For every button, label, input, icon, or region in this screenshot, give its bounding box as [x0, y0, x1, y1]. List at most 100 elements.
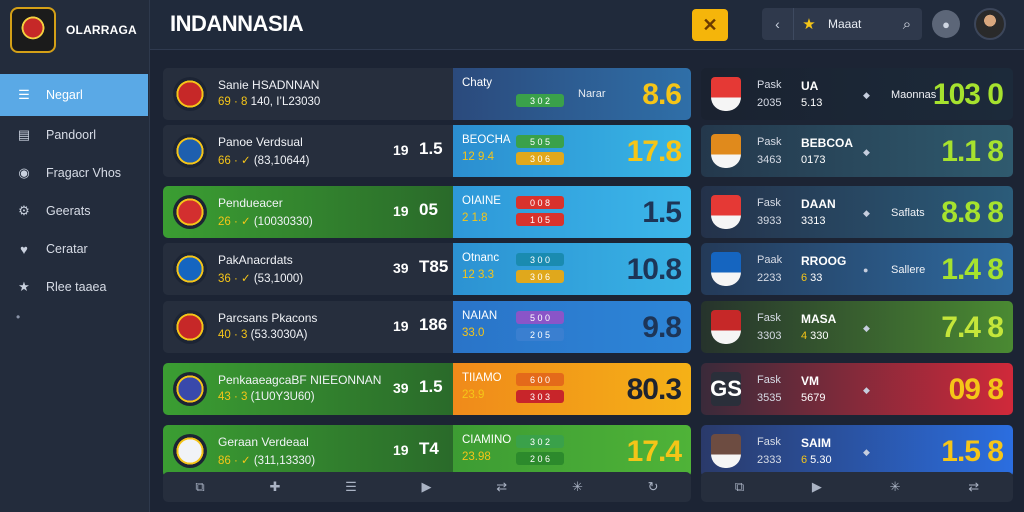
odds-tag: BEOCHA — [462, 134, 511, 146]
odds-value: 23.98 — [462, 451, 491, 463]
sidebar-item-label: Negarl — [46, 88, 83, 102]
odds-tag: Chaty — [462, 77, 493, 89]
odds-big-value: 09 8 — [948, 373, 1004, 406]
odds-row[interactable]: Pask 2035 UA 5.13 ◆ Maonnas 103 0 — [701, 68, 1013, 120]
odds-row[interactable]: Fask 2333 SAIM 6 5.30 ◆ 1.5 8 — [701, 425, 1013, 477]
odds-pill[interactable]: 5 0 5 — [516, 135, 564, 148]
team-score-right: T85 — [419, 257, 449, 276]
toolbar-icon[interactable]: ↻ — [648, 479, 659, 495]
sidebar-item-3[interactable]: ◉ Fragacr Vhos — [0, 154, 149, 192]
sidebar: OLARRAGA ☰ Negarl ▤ Pandoorl ◉ Fragacr Vhos ⚙ G… — [0, 0, 150, 512]
odds-pill[interactable]: 3 0 2 — [516, 94, 564, 107]
toolbar-icon[interactable]: ✳ — [890, 479, 901, 495]
team-crest — [173, 372, 207, 406]
odds-cell[interactable]: CIAMINO 23.98 3 0 2 2 0 6 17.4 — [453, 425, 691, 477]
match-row[interactable]: PakAnacrdats 36 · ✓ (53,1000) 39 T85 Otnanc 1… — [163, 243, 691, 295]
odds-value: 12 3.3 — [462, 269, 494, 281]
header: INDANNASIA ✕ ‹ ★ Maaat ⌕ ● — [150, 0, 1024, 50]
team-rank: 69 · 8 — [218, 96, 248, 108]
odds-pill[interactable]: 1 0 5 — [516, 213, 564, 226]
team-crest — [173, 252, 207, 286]
match-row[interactable]: Pendueacer 26 · ✓ (10030330) 19 05 OIAINE 2 1… — [163, 186, 691, 238]
team-crest — [711, 77, 741, 111]
team-meta: 26 · ✓ (10030330) — [218, 216, 313, 228]
star-icon[interactable]: ★ — [794, 15, 824, 33]
odds-row[interactable]: Fask 3933 DAAN 3313 ◆ Saflats 8.8 8 — [701, 186, 1013, 238]
match-toolbar: ⧉ ✚ ☰ ▶ ⇄ ✳ ↻ — [163, 472, 691, 502]
match-list: Sanie HSADNNAN 69 · 8 140, I’L23030 Chaty 3… — [163, 68, 691, 502]
odds-cell[interactable]: OIAINE 2 1.8 0 0 8 1 0 5 1.5 — [453, 186, 691, 238]
odds-pill[interactable]: 0 0 8 — [516, 196, 564, 209]
odds-row[interactable]: Pask 3463 BEBCOA 0173 ◆ 1.1 8 — [701, 125, 1013, 177]
odds-tag: NAIAN — [462, 310, 498, 322]
odds-pill[interactable]: 3 0 2 — [516, 435, 564, 448]
team-cell: Geraan Verdeaal 86 · ✓ (311,13330) 19 T4 — [163, 425, 453, 477]
alert-button[interactable]: ✕ — [692, 9, 728, 41]
toolbar-icon[interactable]: ⇄ — [968, 479, 979, 495]
odds-big-value: 1.5 8 — [941, 435, 1004, 468]
toolbar-icon[interactable]: ⇄ — [496, 479, 507, 495]
odds-row[interactable]: GS Fask 3535 VM 5679 ◆ 09 8 — [701, 363, 1013, 415]
odds-code: 3933 — [757, 215, 782, 227]
odds-tag: Fask — [757, 374, 781, 386]
odds-pill[interactable]: 3 0 0 — [516, 253, 564, 266]
sidebar-item-5[interactable]: ♥ Ceratar — [0, 230, 149, 268]
avatar[interactable] — [974, 8, 1006, 40]
odds-tag: OIAINE — [462, 195, 501, 207]
brand-name: OLARRAGA — [66, 23, 137, 37]
sidebar-more-icon[interactable]: • — [0, 310, 149, 324]
odds-cell[interactable]: Chaty 3 0 2 Narar 8.6 — [453, 68, 691, 120]
toolbar-icon[interactable]: ☰ — [345, 479, 357, 495]
indicator-icon: ◆ — [863, 208, 870, 218]
page-title: INDANNASIA — [170, 11, 304, 36]
team-score-right: 186 — [419, 315, 448, 334]
sidebar-item-2[interactable]: ▤ Pandoorl — [0, 116, 149, 154]
team-score-left: 39 — [393, 380, 409, 396]
odds-big-value: 1.4 8 — [941, 253, 1004, 286]
odds-big-value: 103 0 — [932, 78, 1004, 111]
team-cell: Panoe Verdsual 66 · ✓ (83,10644) 19 1.5 — [163, 125, 453, 177]
odds-big-value: 1.5 — [642, 196, 682, 229]
odds-pill[interactable]: 3 0 6 — [516, 270, 564, 283]
odds-cell[interactable]: Otnanc 12 3.3 3 0 0 3 0 6 10.8 — [453, 243, 691, 295]
toolbar-icon[interactable]: ⧉ — [195, 479, 204, 495]
odds-row[interactable]: Fask 3303 MASA 4 330 ◆ 7.4 8 — [701, 301, 1013, 353]
toolbar-icon[interactable]: ▶ — [422, 479, 432, 495]
toolbar-icon[interactable]: ⧉ — [735, 479, 744, 495]
search-icon[interactable]: ⌕ — [892, 16, 922, 33]
odds-cell[interactable]: TIIAMO 23.9 6 0 0 3 0 3 80.3 — [453, 363, 691, 415]
odds-pill[interactable]: 5 0 0 — [516, 311, 564, 324]
team-rank: 86 · ✓ — [218, 455, 251, 467]
back-icon[interactable]: ‹ — [762, 8, 794, 40]
header-controls: ‹ ★ Maaat ⌕ — [762, 8, 922, 40]
odds-pill[interactable]: 3 0 6 — [516, 152, 564, 165]
notification-icon[interactable]: ● — [932, 10, 960, 38]
sidebar-item-1[interactable]: ☰ Negarl — [0, 74, 148, 116]
team-crest — [173, 134, 207, 168]
header-label[interactable]: Maaat — [824, 17, 892, 31]
team-meta: 6 5.30 — [801, 454, 832, 466]
odds-cell[interactable]: NAIAN 33.0 5 0 0 2 0 5 9.8 — [453, 301, 691, 353]
toolbar-icon[interactable]: ▶ — [812, 479, 822, 495]
match-row[interactable]: Geraan Verdeaal 86 · ✓ (311,13330) 19 T4 CIA… — [163, 425, 691, 477]
odds-tag: Fask — [757, 312, 781, 324]
team-rank: 43 · 3 — [218, 391, 248, 403]
sidebar-item-4[interactable]: ⚙ Geerats — [0, 192, 149, 230]
match-row[interactable]: Panoe Verdsual 66 · ✓ (83,10644) 19 1.5 BEOC… — [163, 125, 691, 177]
app-root: OLARRAGA ☰ Negarl ▤ Pandoorl ◉ Fragacr Vhos ⚙ G… — [0, 0, 1024, 512]
team-score-right: 1.5 — [419, 377, 443, 396]
match-row[interactable]: Sanie HSADNNAN 69 · 8 140, I’L23030 Chaty 3… — [163, 68, 691, 120]
odds-pill[interactable]: 3 0 3 — [516, 390, 564, 403]
match-row[interactable]: PenkaaeagcaBF NIEEONNAN 43 · 3 (1U0Y3U60)… — [163, 363, 691, 415]
odds-pill[interactable]: 6 0 0 — [516, 373, 564, 386]
odds-pill[interactable]: 2 0 6 — [516, 452, 564, 465]
sidebar-item-6[interactable]: ★ Rlee taaea — [0, 268, 149, 306]
toolbar-icon[interactable]: ✳ — [572, 479, 583, 495]
team-crest — [711, 310, 741, 344]
odds-row[interactable]: Paak 2233 RROOG 6 33 ● Sallere 1.4 8 — [701, 243, 1013, 295]
toolbar-icon[interactable]: ✚ — [269, 479, 280, 495]
match-row[interactable]: Parcsans Pkacons 40 · 3 (53.3030A) 19 186 NA… — [163, 301, 691, 353]
odds-cell[interactable]: BEOCHA 12 9.4 5 0 5 3 0 6 17.8 — [453, 125, 691, 177]
odds-list: Pask 2035 UA 5.13 ◆ Maonnas 103 0 Pask 3463 BEBCO… — [701, 68, 1013, 502]
odds-pill[interactable]: 2 0 5 — [516, 328, 564, 341]
